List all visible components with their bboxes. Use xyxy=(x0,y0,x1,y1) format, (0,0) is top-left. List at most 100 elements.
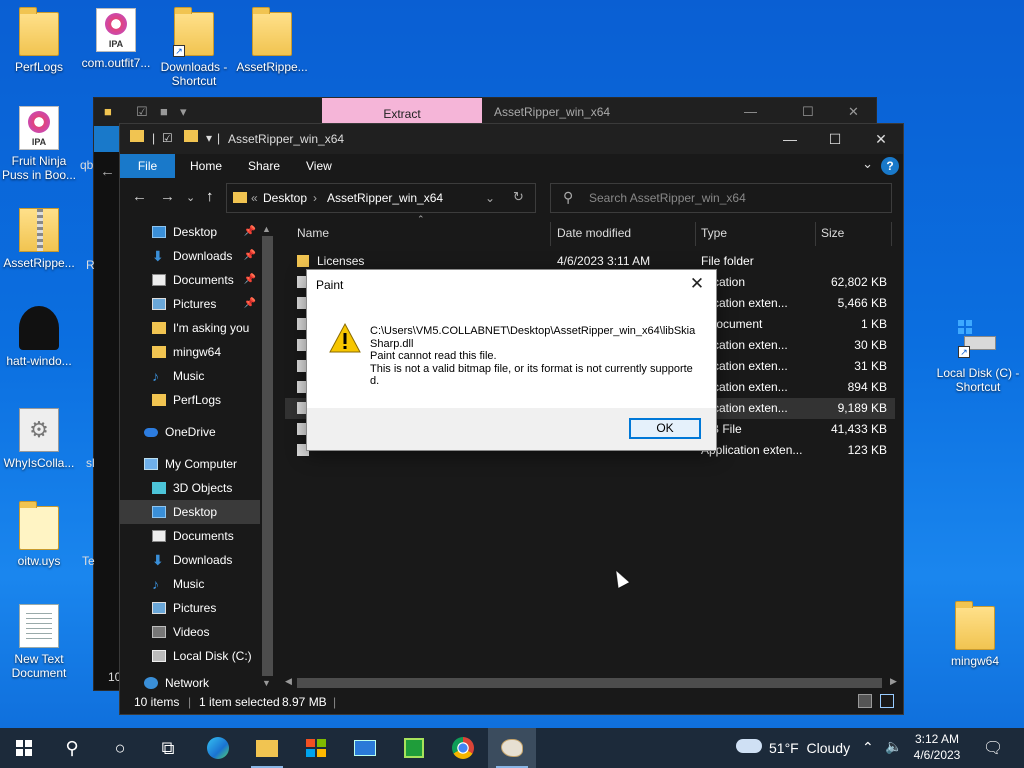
search-button[interactable]: ⚲ xyxy=(48,728,96,768)
desktop-icon-new-text-document[interactable]: New Text Document xyxy=(0,604,81,680)
cortana-button[interactable]: ○ xyxy=(96,728,144,768)
clock[interactable]: 3:12 AM 4/6/2023 xyxy=(906,731,968,763)
notifications-icon[interactable]: 🗨 xyxy=(983,738,1003,758)
nav-item-network[interactable]: Network xyxy=(120,676,260,690)
explorer-titlebar[interactable]: | ☑ ▾ | AssetRipper_win_x64 — ☐ ✕ xyxy=(120,124,903,154)
column-size[interactable]: Size xyxy=(821,226,844,240)
desktop-icon-fruit-ninja[interactable]: IPA Fruit Ninja Puss in Boo... xyxy=(0,106,81,182)
search-input[interactable]: Search AssetRipper_win_x64 xyxy=(589,191,746,205)
paint-button[interactable] xyxy=(488,728,536,768)
desktop-icon-ipa[interactable]: IPA com.outfit7... xyxy=(74,8,158,70)
nav-item-onedrive[interactable]: OneDrive xyxy=(120,420,260,444)
chevron-down-icon[interactable]: ▾ xyxy=(180,104,187,120)
recent-locations-icon[interactable]: ⌄ xyxy=(186,191,195,204)
help-icon[interactable]: ? xyxy=(881,157,899,175)
large-icons-view-icon[interactable] xyxy=(880,694,894,708)
column-divider[interactable] xyxy=(695,222,696,246)
chrome-button[interactable] xyxy=(439,728,487,768)
nav-item-documents[interactable]: Documents 📌 xyxy=(120,268,260,292)
scrollbar-thumb[interactable] xyxy=(262,236,273,676)
back-arrow-icon[interactable]: ← xyxy=(132,188,147,205)
store-button[interactable] xyxy=(292,728,340,768)
excel-button[interactable] xyxy=(390,728,438,768)
close-button[interactable]: ✕ xyxy=(858,128,904,150)
dialog-close-icon[interactable]: ✕ xyxy=(686,274,708,294)
close-icon[interactable]: ✕ xyxy=(848,104,859,120)
minimize-icon[interactable]: — xyxy=(744,104,757,119)
volume-icon[interactable]: 🔈 xyxy=(885,738,902,755)
nav-item-local-disk[interactable]: Local Disk (C:) xyxy=(120,644,260,668)
maximize-icon[interactable]: ☐ xyxy=(802,104,814,120)
properties-icon[interactable]: ☑ xyxy=(136,104,148,120)
breadcrumb-overflow[interactable]: « xyxy=(251,191,258,205)
breadcrumb-current[interactable]: AssetRipper_win_x64 xyxy=(327,191,443,205)
address-dropdown-icon[interactable]: ⌄ xyxy=(485,191,495,205)
navigation-pane-scrollbar[interactable]: ▲ ▼ xyxy=(260,224,275,690)
task-view-button[interactable]: ⧉ xyxy=(144,728,192,768)
nav-item-pictures[interactable]: Pictures 📌 xyxy=(120,292,260,316)
expand-ribbon-icon[interactable]: ⌄ xyxy=(862,156,873,172)
tab-extract[interactable]: Extract xyxy=(322,98,482,126)
up-arrow-icon[interactable]: ↑ xyxy=(206,188,214,205)
file-explorer-button[interactable] xyxy=(243,728,291,768)
new-folder-icon[interactable] xyxy=(184,130,198,142)
paint-error-dialog[interactable]: Paint ✕ C:\Users\VM5.COLLABNET\Desktop\A… xyxy=(306,269,717,451)
desktop-icon-assetripper-folder[interactable]: AssetRippe... xyxy=(230,7,314,74)
search-box[interactable]: ⚲ Search AssetRipper_win_x64 xyxy=(550,183,892,213)
nav-item-perflogs[interactable]: PerfLogs xyxy=(120,388,260,412)
mail-button[interactable] xyxy=(341,728,389,768)
nav-item-desktop-selected[interactable]: Desktop xyxy=(120,500,260,524)
nav-item-desktop[interactable]: Desktop 📌 xyxy=(120,220,260,244)
background-window-titlebar[interactable]: ■ ☑ ■ ▾ Extract AssetRipper_win_x64 — ☐ … xyxy=(94,98,876,126)
column-name[interactable]: Name xyxy=(297,226,329,240)
nav-item-3d-objects[interactable]: 3D Objects xyxy=(120,476,260,500)
details-view-icon[interactable] xyxy=(858,694,872,708)
scroll-right-icon[interactable]: ▶ xyxy=(890,676,897,687)
edge-button[interactable] xyxy=(194,728,242,768)
start-button[interactable] xyxy=(0,728,48,768)
column-divider[interactable] xyxy=(550,222,551,246)
tab-view[interactable]: View xyxy=(292,154,346,178)
scroll-down-icon[interactable]: ▼ xyxy=(262,678,271,688)
tab-file[interactable]: File xyxy=(120,154,175,178)
nav-item-pictures-pc[interactable]: Pictures xyxy=(120,596,260,620)
back-arrow-icon[interactable]: ← xyxy=(100,163,115,180)
ok-button[interactable]: OK xyxy=(629,418,701,439)
nav-item-music[interactable]: ♪ Music xyxy=(120,364,260,388)
tab-home[interactable]: Home xyxy=(176,154,236,178)
forward-arrow-icon[interactable]: → xyxy=(160,188,175,205)
breadcrumb-desktop[interactable]: Desktop xyxy=(263,191,307,205)
new-folder-icon[interactable]: ■ xyxy=(160,104,168,119)
column-divider[interactable] xyxy=(891,222,892,246)
nav-item-downloads[interactable]: ⬇ Downloads 📌 xyxy=(120,244,260,268)
nav-item-music-pc[interactable]: ♪ Music xyxy=(120,572,260,596)
column-divider[interactable] xyxy=(815,222,816,246)
column-date-modified[interactable]: Date modified xyxy=(557,226,631,240)
nav-item-im-asking-you[interactable]: I'm asking you xyxy=(120,316,260,340)
desktop-icon-assetripper-zip[interactable]: AssetRippe... xyxy=(0,208,81,270)
nav-item-mingw64[interactable]: mingw64 xyxy=(120,340,260,364)
refresh-icon[interactable]: ↻ xyxy=(513,189,524,205)
show-hidden-icons-icon[interactable]: ⌃ xyxy=(862,739,874,756)
scroll-up-icon[interactable]: ▲ xyxy=(262,224,271,234)
desktop-icon-local-disk-shortcut[interactable]: ↗ Local Disk (C) - Shortcut xyxy=(933,318,1023,394)
nav-item-videos[interactable]: Videos xyxy=(120,620,260,644)
desktop-icon-downloads-shortcut[interactable]: ↗ Downloads - Shortcut xyxy=(152,7,236,88)
desktop-icon-mingw64[interactable]: mingw64 xyxy=(933,601,1017,668)
nav-item-downloads-pc[interactable]: ⬇ Downloads xyxy=(120,548,260,572)
desktop-icon-perflogs[interactable]: PerfLogs xyxy=(0,7,81,74)
tab-share[interactable]: Share xyxy=(234,154,294,178)
chevron-down-icon[interactable]: ▾ xyxy=(206,131,212,145)
background-file-tab[interactable] xyxy=(94,126,120,152)
nav-item-documents-pc[interactable]: Documents xyxy=(120,524,260,548)
properties-icon[interactable]: ☑ xyxy=(162,131,173,145)
desktop-icon-whyiscolla[interactable]: ⚙ WhyIsColla... xyxy=(0,408,81,470)
address-bar[interactable]: « Desktop › AssetRipper_win_x64 ⌄ ↻ xyxy=(226,183,536,213)
minimize-button[interactable]: — xyxy=(767,128,813,150)
file-list-horizontal-scrollbar[interactable]: ◀ ▶ xyxy=(285,676,900,690)
desktop-icon-oitw[interactable]: oitw.uys xyxy=(0,501,81,568)
nav-item-my-computer[interactable]: My Computer xyxy=(120,452,260,476)
scrollbar-thumb[interactable] xyxy=(297,678,882,688)
maximize-button[interactable]: ☐ xyxy=(812,128,858,150)
column-type[interactable]: Type xyxy=(701,226,727,240)
